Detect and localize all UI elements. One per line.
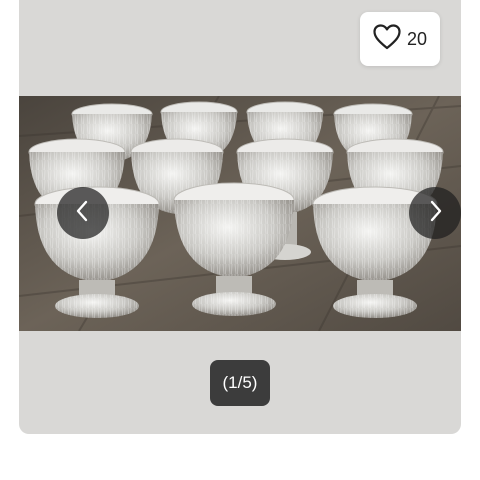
heart-outline-icon bbox=[373, 23, 401, 55]
image-carousel: 20 (1/5) bbox=[19, 0, 461, 434]
favorite-count: 20 bbox=[406, 28, 428, 49]
previous-image-button[interactable] bbox=[57, 187, 109, 239]
favorite-button[interactable]: 20 bbox=[360, 12, 440, 66]
next-image-button[interactable] bbox=[409, 187, 461, 239]
chevron-right-icon bbox=[425, 199, 445, 228]
image-counter-badge: (1/5) bbox=[210, 360, 270, 406]
chevron-left-icon bbox=[73, 199, 93, 228]
